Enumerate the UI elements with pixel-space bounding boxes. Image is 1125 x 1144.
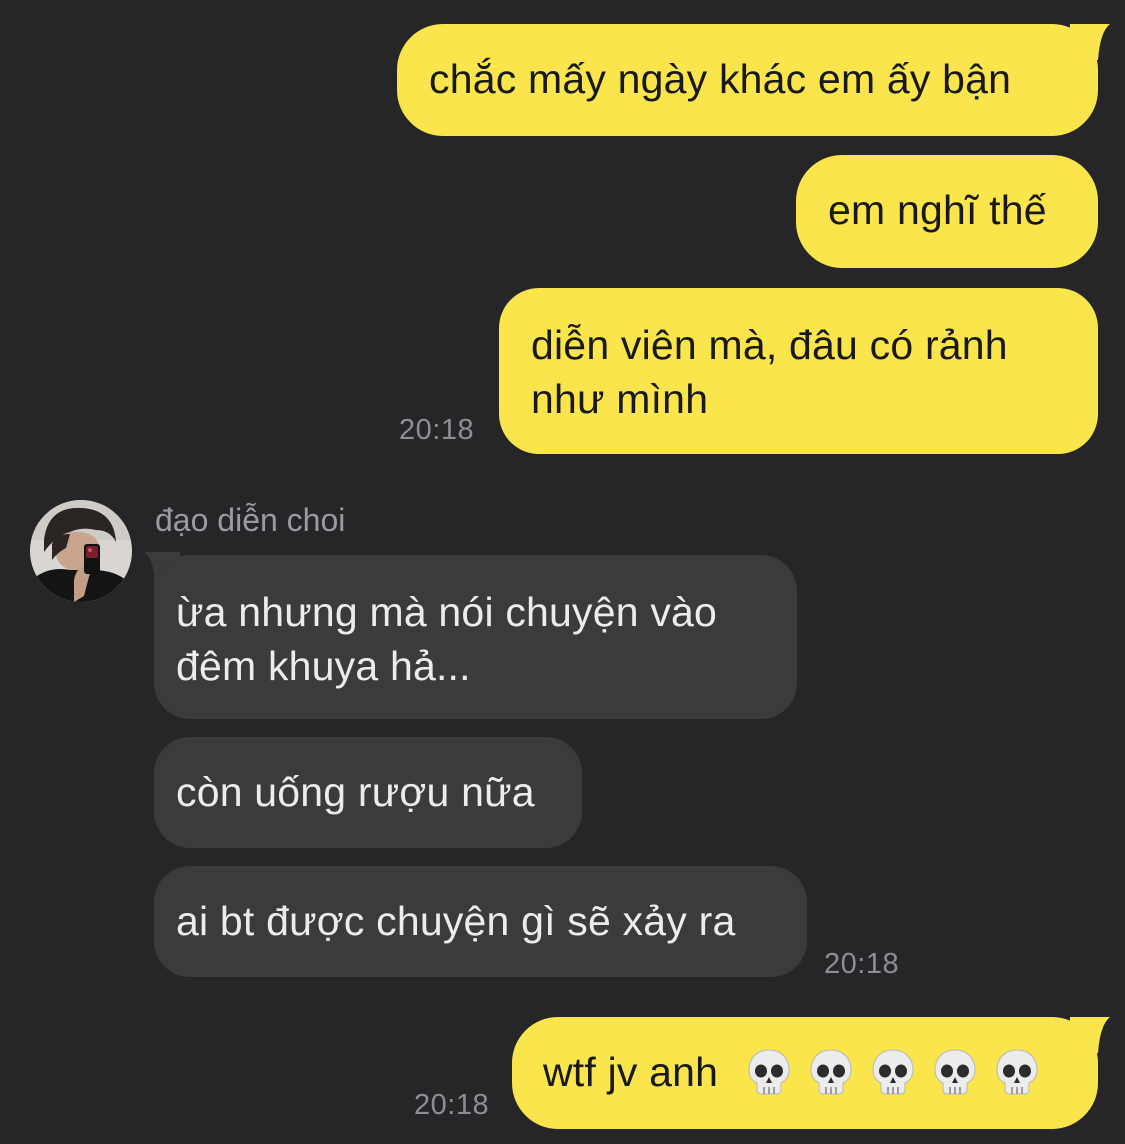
message-incoming[interactable]: ừa nhưng mà nói chuyện vào đêm khuya hả.… [154,555,797,719]
message-text: ai bt được chuyện gì sẽ xảy ra [176,898,736,944]
message-text: wtf jv anh [543,1049,719,1095]
sender-name: đạo diễn choi [155,502,346,538]
message-text: chắc mấy ngày khác em ấy bận [429,56,1012,102]
message-incoming[interactable]: ai bt được chuyện gì sẽ xảy ra [154,866,807,977]
message-outgoing[interactable]: diễn viên mà, đâu có rảnh như mình [499,288,1098,454]
message-timestamp: 20:18 [399,414,475,446]
message-text: còn uống rượu nữa [176,769,535,815]
avatar[interactable] [30,500,132,602]
message-text-line: đêm khuya hả... [176,643,471,689]
emoji-group [744,1047,1042,1097]
skull-icon [934,1049,976,1095]
skull-icon [748,1049,790,1095]
profile-photo-icon [30,500,132,602]
message-outgoing[interactable]: em nghĩ thế [796,155,1098,268]
message-outgoing[interactable]: chắc mấy ngày khác em ấy bận [397,24,1098,136]
message-timestamp: 20:18 [824,948,900,980]
message-text-line: ừa nhưng mà nói chuyện vào [176,589,718,635]
message-text-line: diễn viên mà, đâu có rảnh [531,322,1008,368]
skull-icon [872,1049,914,1095]
message-timestamp: 20:18 [414,1089,490,1121]
message-text: em nghĩ thế [828,187,1047,233]
message-incoming[interactable]: còn uống rượu nữa [154,737,582,848]
message-outgoing[interactable]: wtf jv anh [512,1017,1098,1129]
message-text-line: như mình [531,376,709,422]
skull-icon [996,1049,1038,1095]
skull-icon [810,1049,852,1095]
